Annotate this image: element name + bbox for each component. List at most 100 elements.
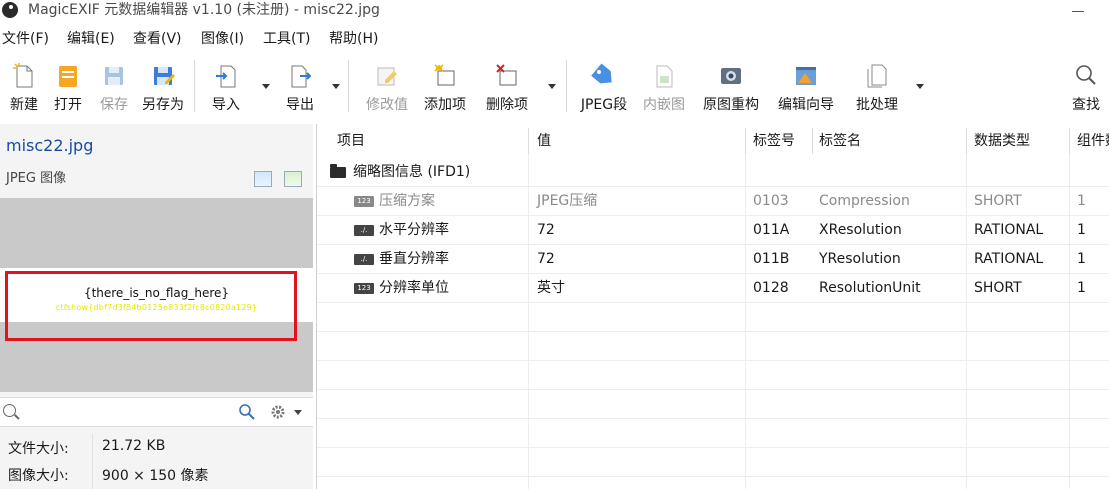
new-button[interactable]: 新建 [4, 54, 44, 120]
jpeg-segment-button[interactable]: JPEG段 [576, 54, 632, 120]
rational-type-icon: ./. [354, 254, 374, 265]
row-tag-id: 011B [753, 251, 790, 267]
export-dropdown-icon[interactable] [332, 84, 340, 89]
embedded-image-icon [656, 65, 673, 88]
new-file-icon [13, 63, 33, 88]
file-size-row: 文件大小: 21.72 KB [0, 434, 313, 462]
embedded-image-button[interactable]: 内嵌图 [638, 54, 690, 120]
export-label: 导出 [286, 97, 314, 113]
row-tag-name: Compression [819, 193, 910, 209]
table-row[interactable]: ./. 垂直分辨率 72 011B YResolution RATIONAL 1 [317, 245, 1109, 274]
minimize-button[interactable] [1068, 0, 1088, 20]
open-folder-icon [59, 66, 77, 87]
file-info-panel: misc22.jpg JPEG 图像 {there_is_no_flag_her… [0, 124, 313, 489]
column-item[interactable]: 项目 [333, 128, 523, 154]
group-label: 缩略图信息 (IFD1) [353, 164, 471, 180]
add-item-label: 添加项 [424, 97, 466, 113]
modify-value-label: 修改值 [366, 97, 408, 113]
group-row-ifd1[interactable]: 缩略图信息 (IFD1) [317, 158, 1109, 187]
row-tag-name: XResolution [819, 222, 902, 238]
column-data-type[interactable]: 数据类型 [970, 128, 1070, 154]
window-title: MagicEXIF 元数据编辑器 v1.10 (未注册) - misc22.jp… [28, 2, 380, 18]
wizard-icon [796, 67, 816, 85]
batch-button[interactable]: 批处理 [850, 54, 904, 120]
row-value: JPEG压缩 [537, 193, 598, 209]
info-divider [92, 434, 93, 462]
open-button[interactable]: 打开 [48, 54, 88, 120]
batch-label: 批处理 [856, 97, 898, 113]
row-value: 72 [537, 251, 555, 267]
batch-dropdown-icon[interactable] [916, 84, 924, 89]
image-size-row: 图像大小: 900 × 150 像素 [0, 461, 313, 489]
table-row[interactable]: 123 压缩方案 JPEG压缩 0103 Compression SHORT 1 [317, 187, 1109, 216]
toolbar-separator [194, 60, 195, 112]
rebuild-label: 原图重构 [703, 97, 759, 113]
row-count: 1 [1077, 280, 1086, 296]
delete-item-button[interactable]: 删除项 [482, 54, 532, 120]
column-divider [1069, 128, 1070, 154]
edit-wizard-button[interactable]: 编辑向导 [772, 54, 840, 120]
save-as-button[interactable]: 另存为 [138, 54, 188, 120]
thumbnail-view-icon[interactable] [284, 171, 302, 187]
modify-value-button[interactable]: 修改值 [362, 54, 412, 120]
find-label: 查找 [1072, 97, 1100, 113]
empty-row [317, 332, 1109, 361]
image-view-icon[interactable] [254, 171, 272, 187]
menu-view[interactable]: 查看(V) [133, 28, 182, 50]
numeric-type-icon: 123 [354, 283, 374, 294]
metadata-table: 项目 值 标签号 标签名 数据类型 组件数 缩略图信息 (IFD1) 123 压… [316, 124, 1109, 489]
delete-dropdown-icon[interactable] [548, 84, 556, 89]
row-tag-id: 011A [753, 222, 790, 238]
menu-file[interactable]: 文件(F) [2, 28, 49, 50]
save-label: 保存 [100, 97, 128, 113]
import-button[interactable]: 导入 [206, 54, 246, 120]
search-bar [0, 397, 313, 427]
empty-row [317, 303, 1109, 332]
search-input[interactable] [22, 402, 231, 424]
column-divider [528, 128, 529, 154]
add-item-icon [434, 64, 455, 86]
empty-row [317, 448, 1109, 477]
save-disk-icon [105, 67, 123, 85]
export-button[interactable]: 导出 [280, 54, 320, 120]
embedded-image-label: 内嵌图 [643, 97, 685, 113]
menu-help[interactable]: 帮助(H) [329, 28, 378, 50]
menu-bar: 文件(F) 编辑(E) 查看(V) 图像(I) 工具(T) 帮助(H) [0, 28, 1109, 50]
search-icon [1076, 65, 1096, 85]
file-size-value: 21.72 KB [102, 438, 166, 454]
numeric-type-icon: 123 [354, 196, 374, 207]
highlight-box [5, 271, 297, 341]
menu-image[interactable]: 图像(I) [201, 28, 244, 50]
menu-tools[interactable]: 工具(T) [263, 28, 310, 50]
row-value: 英寸 [537, 280, 565, 296]
column-tag-name[interactable]: 标签名 [815, 128, 965, 154]
toolbar-separator [348, 60, 349, 112]
camera-icon [721, 68, 741, 84]
empty-row [317, 390, 1109, 419]
add-item-button[interactable]: 添加项 [420, 54, 470, 120]
image-size-value: 900 × 150 像素 [102, 468, 209, 484]
app-logo-icon [2, 2, 18, 18]
save-button[interactable]: 保存 [94, 54, 134, 120]
empty-row [317, 419, 1109, 448]
row-data-type: RATIONAL [974, 222, 1044, 238]
column-value[interactable]: 值 [533, 128, 743, 154]
import-label: 导入 [212, 97, 240, 113]
tag-icon [591, 63, 612, 84]
column-tag-id[interactable]: 标签号 [749, 128, 811, 154]
rebuild-button[interactable]: 原图重构 [698, 54, 764, 120]
find-button[interactable]: 查找 [1066, 54, 1106, 120]
file-header: misc22.jpg JPEG 图像 [0, 124, 313, 198]
row-count: 1 [1077, 222, 1086, 238]
find-people-icon[interactable] [236, 402, 258, 422]
column-count[interactable]: 组件数 [1073, 128, 1109, 154]
menu-edit[interactable]: 编辑(E) [67, 28, 115, 50]
delete-item-icon [496, 64, 517, 86]
table-row[interactable]: ./. 水平分辨率 72 011A XResolution RATIONAL 1 [317, 216, 1109, 245]
gear-icon[interactable] [268, 402, 304, 422]
edit-pencil-icon [377, 67, 397, 86]
row-data-type: SHORT [974, 193, 1022, 209]
folder-icon [330, 164, 346, 178]
import-dropdown-icon[interactable] [262, 84, 270, 89]
table-row[interactable]: 123 分辨率单位 英寸 0128 ResolutionUnit SHORT 1 [317, 274, 1109, 303]
